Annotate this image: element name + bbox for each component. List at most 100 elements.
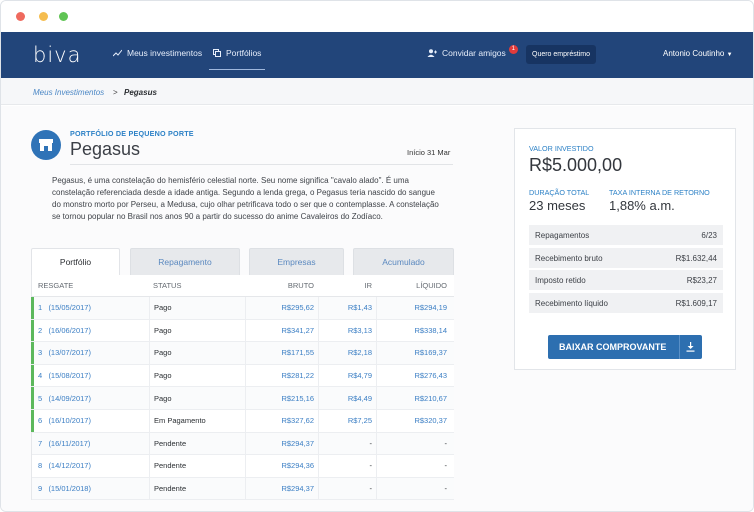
row-date: (13/07/2017) bbox=[48, 348, 91, 358]
row-date: (15/08/2017) bbox=[48, 371, 91, 381]
maximize-window-button[interactable] bbox=[59, 12, 68, 21]
row-index: 6 bbox=[38, 416, 43, 426]
row-ir: R$4,79 bbox=[318, 364, 376, 387]
row-ir: R$2,18 bbox=[318, 342, 376, 364]
top-navbar: biva Meus investimentos Portfólios Convi… bbox=[1, 32, 753, 78]
stat-label: Recebimento líquido bbox=[535, 299, 608, 308]
tab-acumulado[interactable]: Acumulado bbox=[353, 248, 454, 275]
invite-friends-link[interactable]: Convidar amigos 1 bbox=[427, 44, 518, 58]
col-liquido: LÍQUIDO bbox=[416, 281, 447, 290]
stat-value: R$1.632,44 bbox=[675, 254, 717, 263]
table-row[interactable]: 8 (14/12/2017) Pendente R$294,36 - - bbox=[32, 455, 454, 478]
nav-portfolios[interactable]: Portfólios bbox=[208, 48, 266, 70]
row-status: Pago bbox=[149, 342, 245, 364]
repayment-table: RESGATE STATUS BRUTO IR LÍQUIDO 1 (15/05… bbox=[31, 275, 455, 501]
breadcrumb-separator: > bbox=[113, 88, 118, 97]
duration-label: DURAÇÃO TOTAL bbox=[529, 188, 590, 197]
stat-row: Recebimento líquido R$1.609,17 bbox=[529, 293, 723, 313]
row-date: (16/11/2017) bbox=[48, 438, 91, 448]
minimize-window-button[interactable] bbox=[39, 12, 48, 21]
row-liquido: - bbox=[376, 455, 455, 477]
row-date: (16/10/2017) bbox=[48, 416, 91, 426]
stat-row: Recebimento bruto R$1.632,44 bbox=[529, 248, 723, 268]
row-bruto: R$295,62 bbox=[245, 297, 318, 319]
table-header: RESGATE STATUS BRUTO IR LÍQUIDO bbox=[32, 275, 454, 297]
invested-label: VALOR INVESTIDO bbox=[529, 144, 594, 153]
table-row[interactable]: 7 (16/11/2017) Pendente R$294,37 - - bbox=[32, 432, 455, 456]
col-bruto: BRUTO bbox=[287, 281, 314, 290]
row-index: 8 bbox=[38, 461, 43, 471]
row-status: Em Pagamento bbox=[149, 409, 245, 432]
table-row[interactable]: 9 (15/01/2018) Pendente R$294,37 - - bbox=[32, 477, 454, 501]
notification-badge: 1 bbox=[508, 44, 518, 54]
table-row[interactable]: 5 (14/09/2017) Pago R$215,16 R$4,49 R$21… bbox=[31, 387, 455, 410]
invested-value: R$5.000,00 bbox=[529, 155, 623, 175]
table-row[interactable]: 6 (16/10/2017) Em Pagamento R$327,62 R$7… bbox=[31, 409, 455, 433]
row-status: Pago bbox=[149, 297, 245, 319]
copy-icon bbox=[213, 49, 221, 57]
row-bruto: R$294,36 bbox=[245, 455, 318, 477]
row-bruto: R$327,62 bbox=[245, 409, 318, 432]
row-bruto: R$215,16 bbox=[245, 387, 318, 409]
row-bruto: R$281,22 bbox=[245, 364, 318, 387]
row-ir: R$7,25 bbox=[318, 409, 376, 432]
row-bruto: R$341,27 bbox=[245, 319, 318, 342]
stat-value: 6/23 bbox=[701, 231, 717, 240]
nav-meus-investimentos[interactable]: Meus investimentos bbox=[113, 48, 202, 58]
tab-portfolio[interactable]: Portfólio bbox=[31, 248, 120, 275]
row-bruto: R$294,37 bbox=[245, 477, 318, 500]
duration-value: 23 meses bbox=[529, 198, 586, 213]
irr-label: TAXA INTERNA DE RETORNO bbox=[609, 188, 710, 197]
loan-request-button[interactable]: Quero empréstimo bbox=[526, 45, 596, 64]
col-resgate: RESGATE bbox=[38, 281, 74, 290]
download-button-label: BAIXAR COMPROVANTE bbox=[559, 342, 667, 352]
invite-label: Convidar amigos bbox=[442, 48, 506, 58]
stat-label: Repagamentos bbox=[535, 231, 590, 240]
row-index: 1 bbox=[38, 303, 43, 313]
row-ir: R$1,43 bbox=[318, 297, 376, 319]
user-menu[interactable]: Antonio Coutinho ▼ bbox=[663, 49, 733, 58]
table-row[interactable]: 2 (16/06/2017) Pago R$341,27 R$3,13 R$33… bbox=[31, 319, 454, 343]
row-index: 2 bbox=[38, 325, 43, 335]
row-liquido: R$169,37 bbox=[376, 342, 455, 364]
nav-item-label: Meus investimentos bbox=[127, 48, 203, 58]
window-chrome bbox=[1, 1, 753, 32]
stat-label: Recebimento bruto bbox=[535, 254, 603, 263]
row-liquido: R$210,67 bbox=[376, 387, 455, 409]
table-row[interactable]: 4 (15/08/2017) Pago R$281,22 R$4,79 R$27… bbox=[31, 364, 454, 388]
row-ir: - bbox=[318, 432, 376, 455]
row-date: (15/01/2018) bbox=[48, 484, 91, 494]
breadcrumb-parent-link[interactable]: Meus Investimentos bbox=[33, 88, 104, 97]
row-index: 3 bbox=[38, 348, 43, 358]
add-user-icon bbox=[427, 49, 437, 57]
table-row[interactable]: 3 (13/07/2017) Pago R$171,55 R$2,18 R$16… bbox=[31, 342, 455, 365]
download-receipt-button[interactable]: BAIXAR COMPROVANTE bbox=[548, 335, 702, 359]
row-status: Pendente bbox=[149, 432, 245, 455]
title-divider bbox=[70, 164, 453, 165]
row-ir: R$4,49 bbox=[318, 387, 376, 409]
close-window-button[interactable] bbox=[16, 12, 25, 21]
stat-value: R$23,27 bbox=[686, 276, 717, 285]
row-date: (14/12/2017) bbox=[48, 461, 91, 471]
breadcrumb: Meus Investimentos > Pegasus bbox=[1, 78, 753, 105]
tab-repagamento[interactable]: Repagamento bbox=[130, 248, 240, 275]
tab-empresas[interactable]: Empresas bbox=[249, 248, 344, 275]
row-status: Pendente bbox=[149, 477, 245, 500]
chevron-down-icon: ▼ bbox=[726, 52, 733, 58]
brand-logo[interactable]: biva bbox=[33, 43, 81, 67]
portfolio-tabs: Portfólio Repagamento Empresas Acumulado bbox=[31, 248, 454, 275]
row-status: Pendente bbox=[149, 455, 245, 477]
start-date: Início 31 Mar bbox=[407, 148, 451, 157]
table-row[interactable]: 1 (15/05/2017) Pago R$295,62 R$1,43 R$29… bbox=[31, 297, 454, 320]
page-title: Pegasus bbox=[70, 139, 141, 159]
button-divider bbox=[679, 335, 680, 359]
page-content: PORTFÓLIO DE PEQUENO PORTE Pegasus Iníci… bbox=[1, 106, 753, 511]
row-liquido: R$320,37 bbox=[376, 409, 455, 432]
row-status: Pago bbox=[149, 319, 245, 342]
row-index: 9 bbox=[38, 484, 43, 494]
stat-value: R$1.609,17 bbox=[675, 299, 717, 308]
row-liquido: - bbox=[376, 432, 455, 455]
row-date: (14/09/2017) bbox=[48, 393, 91, 403]
investment-summary-card: VALOR INVESTIDO R$5.000,00 DURAÇÃO TOTAL… bbox=[514, 128, 736, 370]
nav-item-label: Portfólios bbox=[226, 48, 262, 58]
